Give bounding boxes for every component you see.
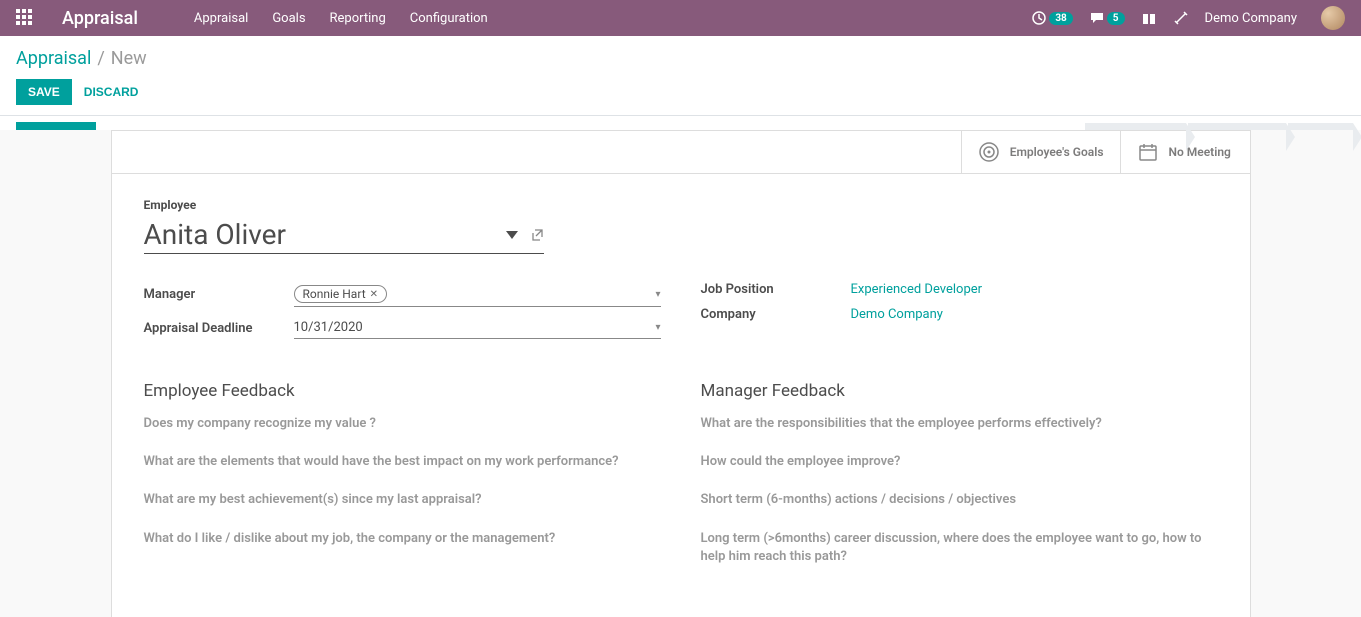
top-navbar: Appraisal Appraisal Goals Reporting Conf… (0, 0, 1361, 36)
employee-field[interactable]: Anita Oliver (144, 218, 544, 254)
form-sheet: Employee's Goals No Meeting Employee Ani… (111, 130, 1251, 617)
page-area: Employee's Goals No Meeting Employee Ani… (0, 130, 1361, 617)
deadline-row: Appraisal Deadline 10/31/2020 ▾ (144, 317, 661, 339)
apps-icon[interactable] (16, 9, 34, 27)
chevron-down-icon[interactable] (506, 231, 518, 239)
gift-icon[interactable] (1141, 10, 1157, 26)
employee-label: Employee (144, 198, 1218, 212)
job-value[interactable]: Experienced Developer (851, 282, 983, 297)
company-value[interactable]: Demo Company (851, 307, 943, 322)
manager-field[interactable]: Ronnie Hart ✕ ▾ (294, 282, 661, 307)
manager-feedback-col: Manager Feedback What are the responsibi… (701, 349, 1218, 586)
deadline-field[interactable]: 10/31/2020 ▾ (294, 317, 661, 339)
manager-tag[interactable]: Ronnie Hart ✕ (294, 285, 388, 303)
breadcrumb-sep: / (97, 48, 104, 69)
emp-q1[interactable]: Does my company recognize my value ? (144, 415, 661, 433)
menu-reporting[interactable]: Reporting (330, 11, 386, 26)
form-body: Employee Anita Oliver Manager Ronnie Har… (112, 174, 1250, 610)
emp-q2[interactable]: What are the elements that would have th… (144, 453, 661, 471)
deadline-value: 10/31/2020 (294, 320, 363, 335)
breadcrumb-root[interactable]: Appraisal (16, 48, 91, 69)
chat-icon[interactable]: 5 (1089, 10, 1125, 26)
stat-goals-label: Employee's Goals (1010, 145, 1104, 159)
menu-goals[interactable]: Goals (272, 11, 305, 26)
mgr-q2[interactable]: How could the employee improve? (701, 453, 1218, 471)
breadcrumb: Appraisal / New (16, 48, 1345, 69)
chevron-down-icon[interactable]: ▾ (655, 322, 660, 333)
emp-q3[interactable]: What are my best achievement(s) since my… (144, 491, 661, 509)
navbar-right: 38 5 Demo Company (1031, 6, 1345, 30)
control-panel: Appraisal / New SAVE DISCARD (0, 36, 1361, 116)
company-name[interactable]: Demo Company (1205, 11, 1297, 26)
manager-feedback-title: Manager Feedback (701, 381, 1218, 401)
right-col: Job Position Experienced Developer Compa… (701, 282, 1218, 349)
button-box: Employee's Goals No Meeting (112, 131, 1250, 174)
employee-feedback-title: Employee Feedback (144, 381, 661, 401)
left-col: Manager Ronnie Hart ✕ ▾ Appraisal Deadli… (144, 282, 661, 349)
mgr-q1[interactable]: What are the responsibilities that the e… (701, 415, 1218, 433)
user-avatar[interactable] (1321, 6, 1345, 30)
mgr-q3[interactable]: Short term (6-months) actions / decision… (701, 491, 1218, 509)
employee-value: Anita Oliver (144, 218, 494, 251)
save-button[interactable]: SAVE (16, 79, 72, 105)
main-menu: Appraisal Goals Reporting Configuration (194, 11, 488, 26)
employee-feedback-col: Employee Feedback Does my company recogn… (144, 349, 661, 586)
brand-title: Appraisal (62, 8, 138, 29)
control-buttons: SAVE DISCARD (16, 79, 1345, 105)
mgr-q4[interactable]: Long term (>6months) career discussion, … (701, 530, 1218, 566)
manager-row: Manager Ronnie Hart ✕ ▾ (144, 282, 661, 307)
company-row: Company Demo Company (701, 307, 1218, 322)
emp-q4[interactable]: What do I like / dislike about my job, t… (144, 530, 661, 548)
target-icon (978, 141, 1000, 163)
manager-label: Manager (144, 287, 294, 302)
field-columns: Manager Ronnie Hart ✕ ▾ Appraisal Deadli… (144, 282, 1218, 349)
feedback-columns: Employee Feedback Does my company recogn… (144, 349, 1218, 586)
menu-appraisal[interactable]: Appraisal (194, 11, 248, 26)
manager-tag-text: Ronnie Hart (303, 287, 366, 301)
deadline-label: Appraisal Deadline (144, 321, 294, 336)
job-row: Job Position Experienced Developer (701, 282, 1218, 297)
calendar-icon (1137, 141, 1159, 163)
tag-remove-icon[interactable]: ✕ (370, 289, 378, 300)
menu-configuration[interactable]: Configuration (410, 11, 488, 26)
discard-button[interactable]: DISCARD (84, 85, 139, 99)
chevron-down-icon[interactable]: ▾ (655, 289, 660, 300)
external-link-icon[interactable] (530, 228, 544, 242)
breadcrumb-current: New (111, 48, 147, 69)
company-label: Company (701, 307, 851, 322)
stat-meeting-button[interactable]: No Meeting (1120, 131, 1250, 173)
timer-badge: 38 (1049, 12, 1072, 25)
debug-icon[interactable] (1173, 10, 1189, 26)
job-label: Job Position (701, 282, 851, 297)
chat-badge: 5 (1107, 12, 1125, 25)
stat-meeting-label: No Meeting (1169, 145, 1231, 159)
timer-icon[interactable]: 38 (1031, 10, 1072, 26)
stat-goals-button[interactable]: Employee's Goals (961, 131, 1120, 173)
